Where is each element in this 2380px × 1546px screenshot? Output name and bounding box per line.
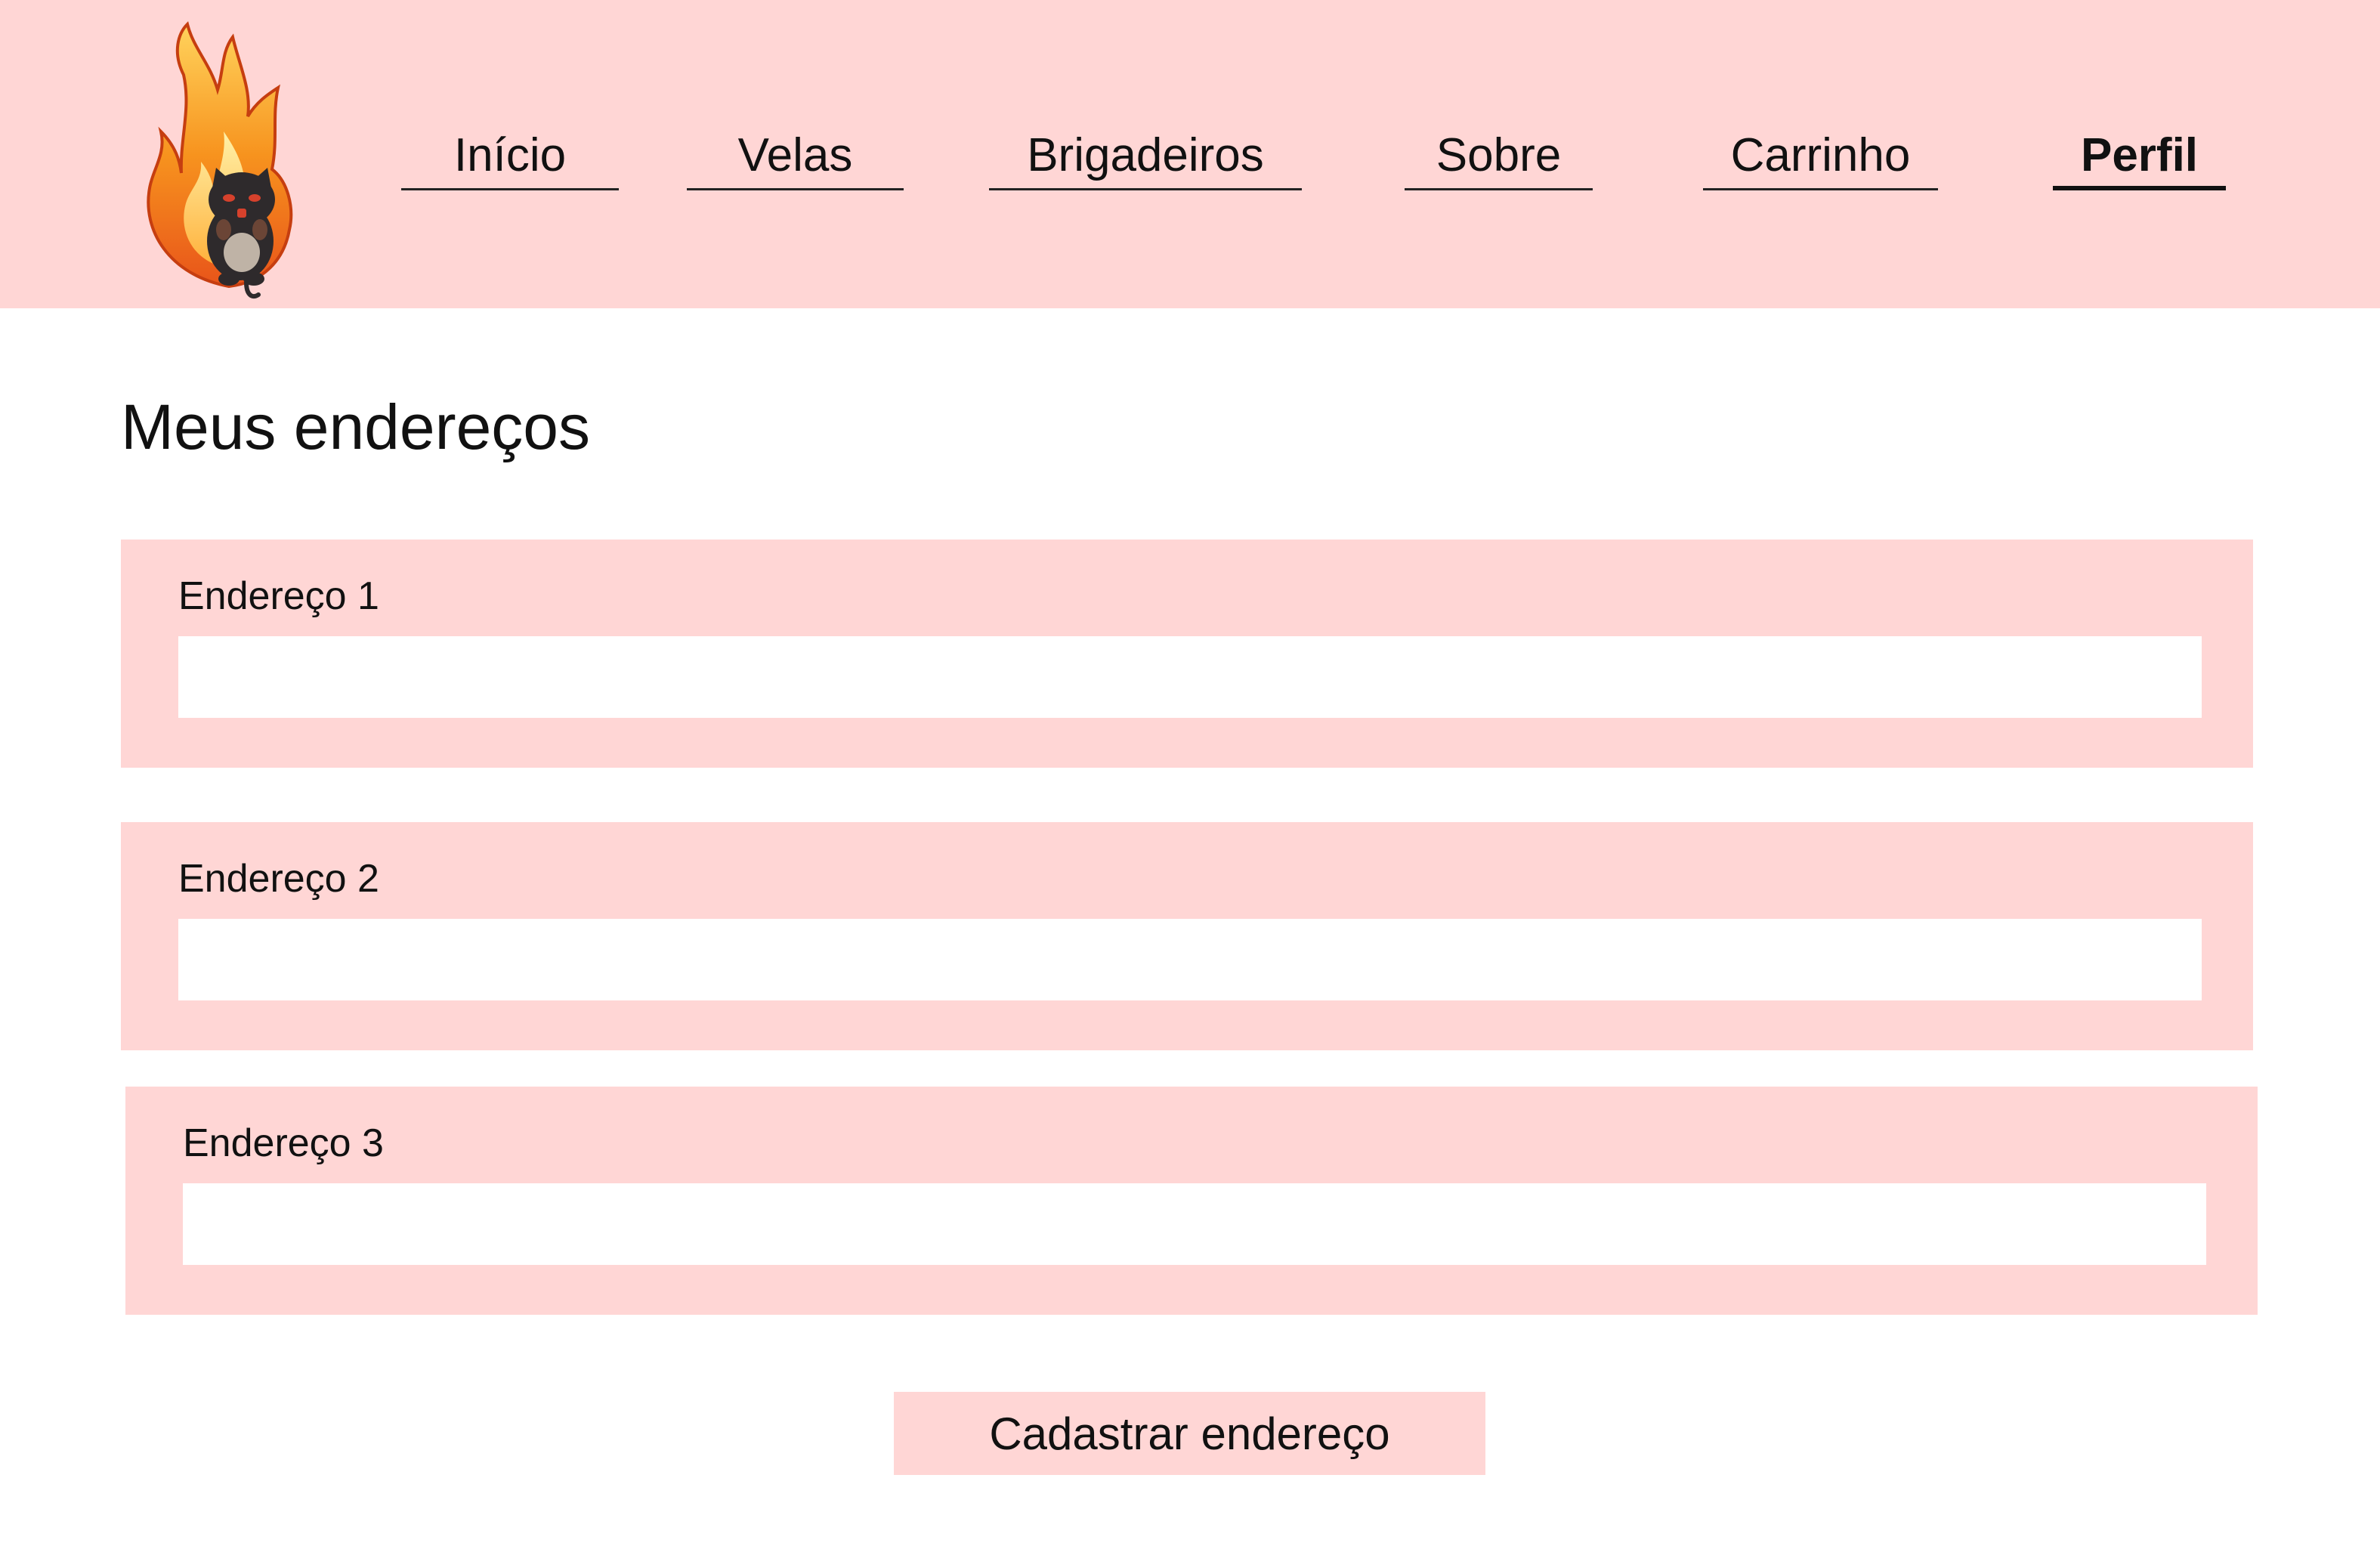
address-2-input[interactable]: [178, 919, 2202, 1000]
register-address-button[interactable]: Cadastrar endereço: [894, 1392, 1485, 1475]
address-1-label: Endereço 1: [178, 574, 379, 618]
address-card-1: Endereço 1: [121, 540, 2253, 768]
nav-link-perfil[interactable]: Perfil: [2053, 121, 2226, 190]
nav-link-carrinho[interactable]: Carrinho: [1703, 121, 1938, 190]
nav-link-brigadeiros[interactable]: Brigadeiros: [989, 121, 1302, 190]
address-3-input[interactable]: [183, 1183, 2206, 1265]
address-2-label: Endereço 2: [178, 857, 379, 901]
nav-link-sobre[interactable]: Sobre: [1405, 121, 1593, 190]
address-card-3: Endereço 3: [125, 1087, 2258, 1315]
flaming-cat-logo-icon[interactable]: [97, 18, 361, 305]
nav-link-velas[interactable]: Velas: [687, 121, 904, 190]
address-1-input[interactable]: [178, 636, 2202, 718]
address-3-label: Endereço 3: [183, 1121, 384, 1165]
address-card-2: Endereço 2: [121, 822, 2253, 1050]
page-title: Meus endereços: [121, 391, 591, 462]
nav-link-inicio[interactable]: Início: [401, 121, 619, 190]
site-header: Início Velas Brigadeiros Sobre Carrinho …: [0, 0, 2380, 308]
